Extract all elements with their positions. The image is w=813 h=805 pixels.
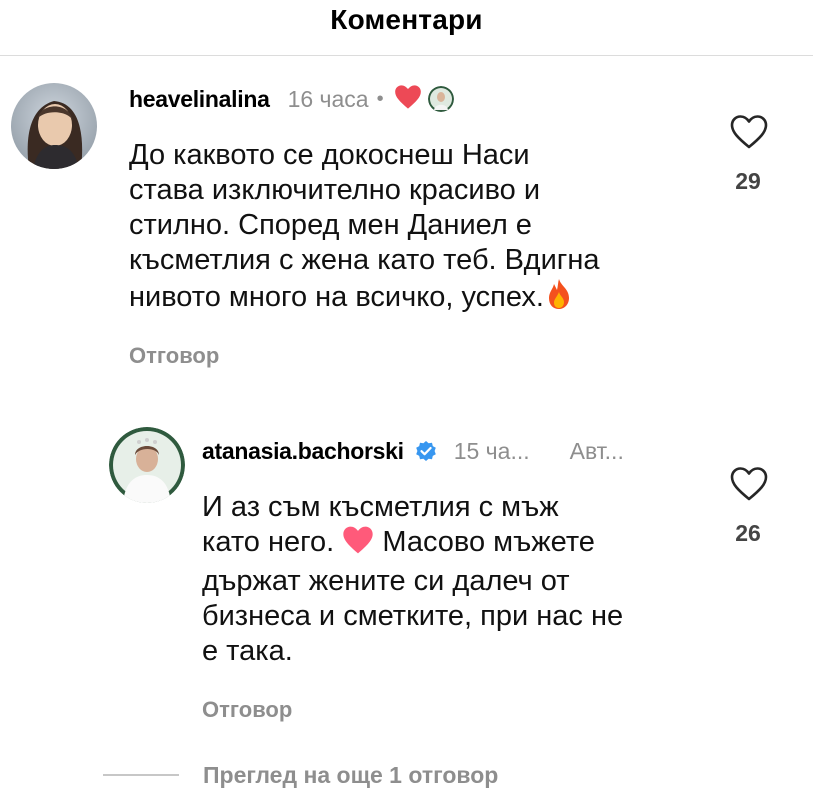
like-count: 29 bbox=[735, 168, 761, 194]
view-more-replies[interactable]: Преглед на още 1 отговор bbox=[103, 760, 498, 790]
comment-line: нивото много на всичко, успех. bbox=[129, 281, 544, 313]
comments-header: Коментари bbox=[0, 0, 813, 52]
verified-badge-icon bbox=[414, 439, 438, 463]
comment-line: късметлия с жена като теб. Вдигна bbox=[129, 244, 600, 276]
avatar[interactable] bbox=[11, 83, 97, 169]
replies-line bbox=[103, 774, 179, 776]
comment-meta: atanasia.bachorski 15 ча... Авт... bbox=[202, 436, 624, 466]
comment-line: бизнеса и сметките, при нас не bbox=[202, 600, 624, 632]
author-badge: Авт... bbox=[569, 437, 624, 464]
like-heart-icon[interactable] bbox=[729, 114, 769, 150]
comment-line-with-emoji: като него. Масово мъжете bbox=[202, 525, 702, 564]
comment-line: До каквото се докоснеш Наси bbox=[129, 139, 530, 171]
comment-line: става изключително красиво и bbox=[129, 174, 541, 206]
comment-username[interactable]: heavelinalina bbox=[129, 86, 270, 113]
comment-text: До каквото се докоснеш Наси става изключ… bbox=[129, 138, 689, 319]
comment-line: като него. bbox=[202, 526, 335, 558]
comment-meta: heavelinalina 16 часа • bbox=[129, 84, 454, 114]
comment-text: И аз съм късметлия с мъж като него. Масо… bbox=[202, 490, 702, 669]
comment-time: 16 часа bbox=[287, 85, 369, 112]
pink-heart-emoji-icon bbox=[342, 525, 374, 564]
author-liked-avatar bbox=[427, 86, 454, 112]
view-more-replies-label[interactable]: Преглед на още 1 отговор bbox=[203, 762, 498, 789]
comment-username[interactable]: atanasia.bachorski bbox=[202, 438, 404, 465]
like-count: 26 bbox=[735, 520, 761, 546]
like-heart-icon[interactable] bbox=[729, 466, 769, 502]
comment-line: Масово мъжете bbox=[374, 526, 595, 558]
fire-emoji-icon bbox=[544, 278, 574, 319]
page-title: Коментари bbox=[330, 4, 483, 35]
comment-time: 15 ча... bbox=[453, 437, 530, 464]
comment-line-last: нивото много на всичко, успех. bbox=[129, 278, 689, 319]
comment-line: е така. bbox=[202, 635, 293, 667]
reply-button[interactable]: Отговор bbox=[129, 343, 219, 369]
comment-line: държат жените си далеч от bbox=[202, 565, 570, 597]
red-heart-icon bbox=[394, 84, 422, 115]
comment-line: стилно. Според мен Даниел е bbox=[129, 209, 532, 241]
comment-line: И аз съм късметлия с мъж bbox=[202, 491, 559, 523]
separator-dot: • bbox=[376, 87, 384, 110]
reply-button[interactable]: Отговор bbox=[202, 697, 292, 723]
header-divider bbox=[0, 55, 813, 56]
avatar[interactable] bbox=[109, 427, 185, 503]
